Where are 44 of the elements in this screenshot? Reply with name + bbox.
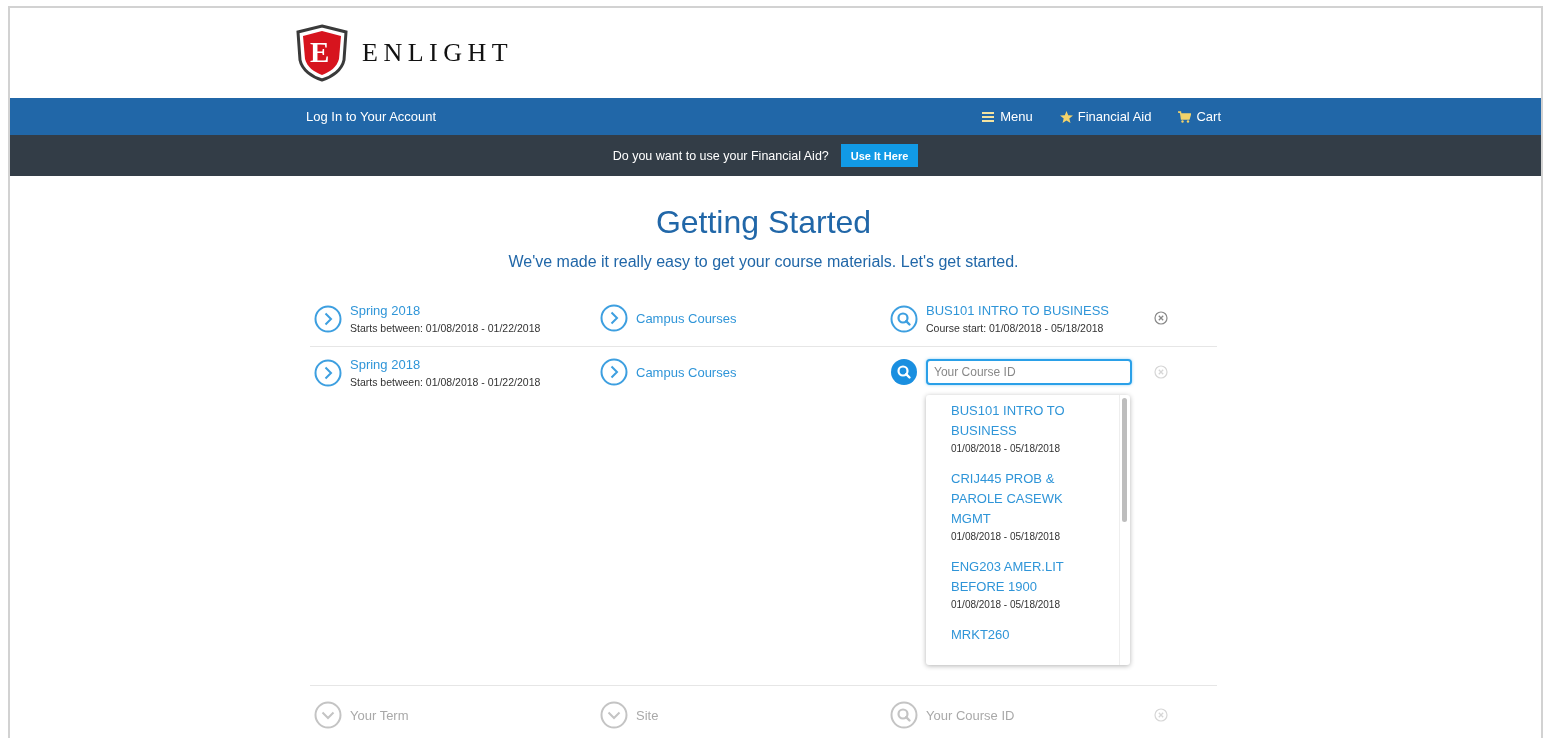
search-icon[interactable] bbox=[890, 304, 918, 333]
suggestion-dates: 01/08/2018 - 05/18/2018 bbox=[951, 443, 1061, 454]
menu-icon bbox=[982, 110, 996, 123]
chevron-right-icon[interactable] bbox=[314, 358, 342, 387]
suggestion-title[interactable]: ENG203 AMER.LIT BEFORE 1900 bbox=[951, 557, 1091, 597]
step-detail: Course start: 01/08/2018 - 05/18/2018 bbox=[926, 322, 1105, 334]
step-label: Your Term bbox=[350, 707, 409, 723]
suggestion-dates: 01/08/2018 - 05/18/2018 bbox=[951, 599, 1061, 610]
step-detail: Starts between: 01/08/2018 - 01/22/2018 bbox=[350, 376, 541, 388]
suggestion-title[interactable]: BUS101 INTRO TO BUSINESS bbox=[951, 401, 1091, 441]
step-label: Your Course ID bbox=[926, 707, 1015, 723]
chevron-down-icon[interactable] bbox=[600, 701, 628, 729]
chevron-right-icon[interactable] bbox=[314, 304, 342, 333]
step-label: Site bbox=[636, 707, 659, 723]
page-subtitle: We've made it really easy to get your course materials. Let's get started. bbox=[507, 253, 1020, 271]
suggestion-title[interactable]: MRKT260 bbox=[951, 625, 1091, 645]
cart-icon bbox=[1178, 110, 1192, 123]
step-label[interactable]: Spring 2018 bbox=[350, 357, 541, 372]
shield-icon bbox=[296, 24, 348, 82]
logo-letter: E bbox=[310, 35, 330, 70]
chevron-right-icon[interactable] bbox=[600, 358, 628, 386]
clear-icon[interactable] bbox=[1154, 311, 1168, 325]
page-title: Getting Started bbox=[654, 204, 873, 241]
search-icon[interactable] bbox=[890, 701, 918, 729]
suggestion-dates: 01/08/2018 - 05/18/2018 bbox=[951, 531, 1061, 542]
star-icon bbox=[1059, 110, 1073, 123]
step-label[interactable]: BUS101 INTRO TO BUSINESS bbox=[926, 303, 1110, 318]
search-icon[interactable] bbox=[890, 358, 918, 386]
nav-link[interactable]: Cart bbox=[1196, 109, 1221, 124]
nav-link[interactable]: Menu bbox=[1000, 109, 1033, 124]
course-id-field[interactable]: Your Course ID bbox=[926, 359, 1132, 385]
step-label[interactable]: Spring 2018 bbox=[350, 303, 541, 318]
use-it-here-button[interactable]: Use It Here bbox=[840, 144, 919, 167]
login-link[interactable]: Log In to Your Account bbox=[306, 109, 437, 124]
chevron-right-icon[interactable] bbox=[600, 304, 628, 332]
step-detail: Starts between: 01/08/2018 - 01/22/2018 bbox=[350, 322, 541, 334]
nav-link[interactable]: Financial Aid bbox=[1077, 109, 1152, 124]
suggestion-title[interactable]: CRIJ445 PROB & PAROLE CASEWK MGMT bbox=[951, 469, 1091, 529]
chevron-down-icon[interactable] bbox=[314, 701, 342, 729]
step-label[interactable]: Campus Courses bbox=[636, 364, 737, 380]
step-label[interactable]: Campus Courses bbox=[636, 310, 737, 326]
scrollbar-thumb[interactable] bbox=[1122, 398, 1127, 522]
logo-text: ENLIGHT bbox=[362, 38, 514, 68]
aid-question: Do you want to use your Financial Aid? bbox=[612, 148, 829, 163]
